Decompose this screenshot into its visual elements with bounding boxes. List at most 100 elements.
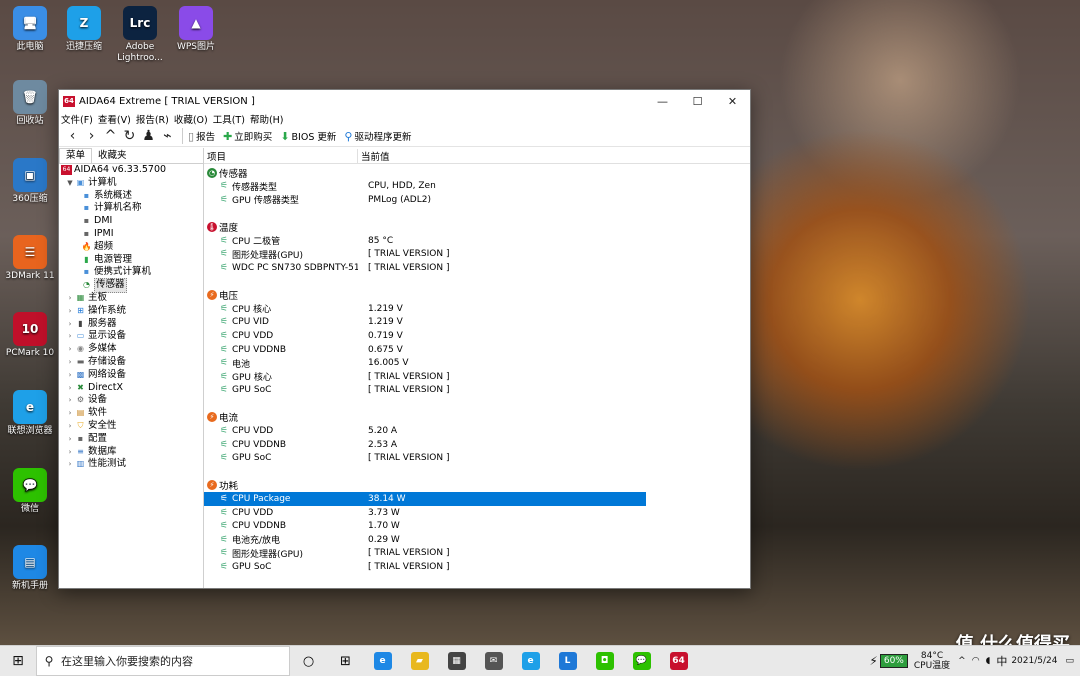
taskbar-app-wechat[interactable]: 💬 [623,646,660,676]
tree-item[interactable]: 🔥 超频 [59,241,203,254]
taskbar-app-explorer[interactable]: ▰ [401,646,438,676]
up-icon[interactable]: ^ [101,128,120,144]
sensor-row[interactable]: ⚟ CPU VDDNB 1.70 W [204,519,750,533]
tree-expand-icon[interactable]: › [65,292,75,305]
tab-menu[interactable]: 菜单 [59,148,93,163]
taskbar-app-store[interactable]: ▦ [438,646,475,676]
tree-expand-icon[interactable]: › [65,394,75,407]
taskbar-app-lenovo-browser[interactable]: e [512,646,549,676]
menu-item[interactable]: 报告(R) [136,112,169,126]
tree-item[interactable]: › ⊞ 操作系统 [59,305,203,318]
sensor-row[interactable]: ⚟ CPU VDD 0.719 V [204,329,750,343]
tree-expand-icon[interactable]: › [65,446,75,459]
desktop-icon[interactable]: ☰ 3DMark 11 [0,235,60,282]
sensor-row[interactable]: ⚟ 图形处理器(GPU) [ TRIAL VERSION ] [204,248,750,262]
windows-start-icon[interactable]: ⊞ [0,646,36,676]
tree-item[interactable]: › ≡ 数据库 [59,446,203,459]
tree-item[interactable]: ▼ ▣ 计算机 [59,177,203,190]
section-header[interactable]: ◔ 传感器 [204,166,750,180]
chevron-up-icon[interactable]: ^ [958,656,966,666]
tree-expand-icon[interactable]: ▼ [65,177,75,190]
tree-expand-icon[interactable]: › [65,330,75,343]
sensor-row[interactable]: ⚟ CPU 核心 1.219 V [204,302,750,316]
tree-item[interactable]: › ▩ 网络设备 [59,369,203,382]
desktop-icon[interactable]: e 联想浏览器 [0,390,60,437]
tree-item[interactable]: › ▮ 服务器 [59,318,203,331]
sensor-row[interactable]: ⚟ GPU 核心 [ TRIAL VERSION ] [204,370,750,384]
sensor-row[interactable]: ⚟ 电池充/放电 0.29 W [204,533,750,547]
desktop-icon[interactable]: 🗑 回收站 [0,80,60,127]
driver-update-button[interactable]: ⚲ 驱动程序更新 [344,129,411,144]
user-icon[interactable]: ♟ [139,128,158,144]
taskbar-date[interactable]: 2021/5/24 [1011,656,1057,666]
tree-expand-icon[interactable]: › [65,407,75,420]
menu-item[interactable]: 帮助(H) [250,112,284,126]
volume-icon[interactable]: ◖ [986,656,991,666]
menu-item[interactable]: 查看(V) [98,112,131,126]
tree-item[interactable]: › ▥ 性能测试 [59,458,203,471]
section-header[interactable]: ⚡ 功耗 [204,479,750,492]
sensor-row[interactable]: ⚟ 电池 16.005 V [204,356,750,370]
tree-expand-icon[interactable]: › [65,458,75,471]
title-bar[interactable]: 64 AIDA64 Extreme [ TRIAL VERSION ] — ☐ … [59,90,750,112]
buy-button[interactable]: ✚ 立即购买 [223,129,272,144]
power-icon[interactable]: ⚡ [869,654,877,668]
sensor-row[interactable]: ⚟ GPU SoC [ TRIAL VERSION ] [204,451,750,465]
tree-item[interactable]: ▮ 电源管理 [59,254,203,267]
tree-item[interactable]: › ⛉ 安全性 [59,420,203,433]
wifi-icon[interactable]: ◠ [972,656,980,666]
sensor-row[interactable]: ⚟ CPU VDD 5.20 A [204,424,750,438]
notification-icon[interactable]: ▭ [1065,656,1074,666]
tree-item[interactable]: ▪ IPMI [59,228,203,241]
tree-expand-icon[interactable]: › [65,369,75,382]
ime-indicator[interactable]: 中 [996,653,1007,669]
sensor-row[interactable]: ⚟ CPU 二极管 85 °C [204,234,750,248]
desktop-icon[interactable]: 10 PCMark 10 [0,312,60,359]
taskbar-app-task-view[interactable]: ○ [290,646,327,676]
minimize-button[interactable]: — [645,90,680,112]
tree-expand-icon[interactable]: › [65,305,75,318]
report-button[interactable]: ▯ 报告 [188,129,215,144]
back-icon[interactable]: ‹ [63,128,82,144]
menu-item[interactable]: 文件(F) [61,112,93,126]
column-value-header[interactable]: 当前值 [358,149,390,163]
desktop-icon[interactable]: ▲ WPS图片 [166,6,226,53]
bios-update-button[interactable]: ⬇ BIOS 更新 [280,129,336,144]
taskbar-app-widgets[interactable]: ⊞ [327,646,364,676]
tree-item[interactable]: › ▦ 主板 [59,292,203,305]
tree-item[interactable]: › ▭ 显示设备 [59,330,203,343]
desktop-icon[interactable]: 🖥 此电脑 [0,6,60,53]
desktop-icon[interactable]: Z 迅捷压缩 [54,6,114,53]
forward-icon[interactable]: › [82,128,101,144]
tree-item[interactable]: › ◉ 多媒体 [59,343,203,356]
taskbar-app-aida64[interactable]: 64 [660,646,697,676]
tree-expand-icon[interactable]: › [65,343,75,356]
desktop-icon[interactable]: Lrc Adobe Lightroo... [110,6,170,64]
sensor-row[interactable]: ⚟ GPU SoC [ TRIAL VERSION ] [204,384,750,398]
tree-item[interactable]: ▪ 便携式计算机 [59,266,203,279]
sensor-row[interactable]: ⚟ CPU VDDNB 2.53 A [204,438,750,452]
sensor-row[interactable]: ⚟ CPU VID 1.219 V [204,316,750,330]
sensor-row[interactable]: ⚟ 图形处理器(GPU) [ TRIAL VERSION ] [204,547,750,561]
sensor-row[interactable]: ⚟ CPU VDDNB 0.675 V [204,343,750,357]
column-item-header[interactable]: 项目 [204,148,358,163]
desktop-icon[interactable]: ▤ 新机手册 [0,545,60,592]
taskbar-app-lenovo-app[interactable]: L [549,646,586,676]
taskbar-app-green-app[interactable]: ◘ [586,646,623,676]
section-header[interactable]: ⚡ 电压 [204,288,750,302]
sensor-row[interactable]: ⚟ GPU 传感器类型 PMLog (ADL2) [204,193,750,207]
taskbar-search-box[interactable]: ⚲ 在这里输入你要搜索的内容 [36,646,290,676]
cpu-temp-indicator[interactable]: 84°C CPU温度 [914,651,950,671]
tree-expand-icon[interactable]: › [65,356,75,369]
tree-expand-icon[interactable]: › [65,420,75,433]
section-header[interactable]: ⚡ 电流 [204,411,750,424]
tree-item[interactable]: › ✖ DirectX [59,382,203,395]
tree-expand-icon[interactable]: › [65,318,75,331]
tree-item[interactable]: 64 AIDA64 v6.33.5700 [59,164,203,177]
tree-expand-icon[interactable]: › [65,382,75,395]
sensor-row[interactable]: ⚟ CPU VDD 3.73 W [204,506,750,520]
tree-item[interactable]: › ▬ 存储设备 [59,356,203,369]
tree-item[interactable]: › ▤ 软件 [59,407,203,420]
chart-icon[interactable]: ⌁ [158,128,177,144]
tree-item[interactable]: ▪ DMI [59,215,203,228]
